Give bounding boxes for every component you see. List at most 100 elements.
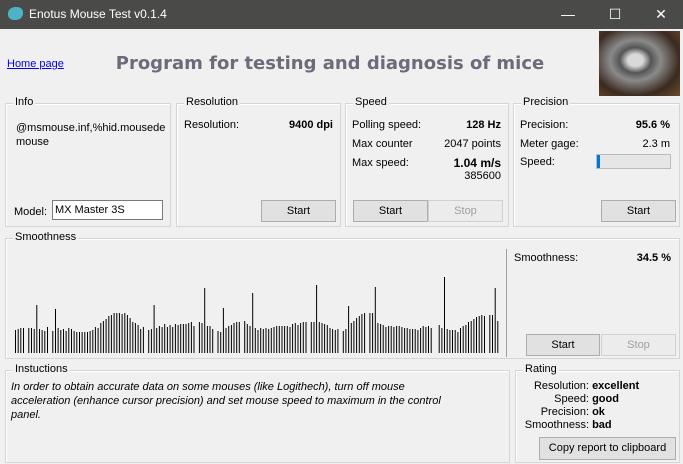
speed-label: Speed: [353, 96, 389, 108]
speed-key: Speed:: [520, 156, 555, 168]
smoothness-bar: [182, 324, 184, 353]
resolution-key: Resolution:: [184, 119, 240, 131]
smoothness-bar: [118, 313, 120, 353]
rating-row: Smoothness: bad: [516, 419, 681, 432]
smoothness-bar: [47, 327, 48, 353]
max-speed-raw: 385600: [464, 170, 501, 182]
smoothness-bar: [300, 323, 302, 353]
smoothness-bar: [60, 330, 62, 353]
smoothness-bar: [412, 329, 414, 353]
smoothness-bar: [465, 325, 467, 353]
smoothness-bar: [174, 324, 176, 353]
smoothness-stop-button[interactable]: Stop: [601, 334, 676, 356]
smoothness-bar: [310, 322, 312, 353]
smoothness-bar: [425, 327, 427, 353]
resolution-group: Resolution Resolution: 9400 dpi Start: [176, 96, 341, 227]
gage-key: Meter gage:: [520, 138, 579, 150]
smoothness-bar: [124, 313, 126, 353]
smoothness-bar: [28, 328, 30, 353]
page-heading: Program for testing and diagnosis of mic…: [115, 53, 545, 74]
close-button[interactable]: ✕: [638, 0, 683, 29]
smoothness-bar: [94, 327, 96, 353]
smoothness-bar: [238, 322, 240, 353]
maximize-button[interactable]: ☐: [592, 0, 638, 29]
smoothness-bar: [137, 325, 139, 353]
smoothness-bar: [108, 316, 110, 353]
smoothness-bar: [260, 328, 262, 353]
app-mouse-icon: [8, 7, 23, 20]
smoothness-bar: [481, 315, 483, 353]
smoothness-bar: [270, 328, 272, 353]
precision-key: Precision:: [520, 119, 569, 131]
copy-report-button[interactable]: Copy report to clipboard: [539, 437, 676, 460]
smoothness-bar: [63, 329, 64, 353]
smoothness-bar: [20, 328, 22, 353]
smoothness-bar: [177, 325, 179, 353]
smoothness-bar: [254, 328, 256, 353]
speed-start-button[interactable]: Start: [353, 200, 428, 222]
rating-key: Precision:: [540, 406, 589, 418]
smoothness-bar: [233, 323, 235, 353]
smoothness-bar: [198, 322, 200, 353]
smoothness-bar: [222, 308, 224, 353]
speed-stop-button[interactable]: Stop: [428, 200, 503, 222]
smoothness-bar: [390, 326, 392, 353]
smoothness-bar: [142, 327, 144, 353]
model-label: Model:: [14, 206, 48, 218]
instructions-label: Instuctions: [13, 363, 70, 375]
speed-progress-fill: [597, 155, 600, 168]
model-input[interactable]: [52, 200, 163, 220]
smoothness-bar: [273, 327, 275, 353]
resolution-start-button[interactable]: Start: [261, 200, 336, 222]
smoothness-bar: [55, 309, 56, 353]
smoothness-bar: [438, 325, 440, 353]
smoothness-bar: [444, 277, 445, 353]
smoothness-bar: [492, 315, 493, 353]
smoothness-bar: [84, 332, 86, 353]
smoothness-bar: [470, 321, 472, 353]
smoothness-bar: [100, 323, 102, 353]
smoothness-bar: [452, 330, 453, 353]
counter-key: Max counter: [352, 138, 413, 150]
smoothness-bar: [129, 318, 131, 353]
smoothness-bar: [126, 315, 128, 353]
smoothness-bar: [71, 329, 72, 353]
smoothness-bar: [334, 330, 336, 353]
smoothness-bar: [185, 324, 187, 353]
resolution-label: Resolution: [184, 96, 240, 108]
smoothness-bar: [268, 329, 270, 353]
smoothness-bar: [329, 328, 331, 353]
smoothness-bar: [39, 329, 40, 353]
smoothness-bar: [305, 322, 307, 353]
smoothness-bar: [345, 329, 347, 353]
smoothness-bar: [446, 329, 448, 353]
rating-row: Precision: ok: [516, 406, 681, 419]
smoothness-bar: [396, 326, 398, 353]
gage-value: 2.3 m: [642, 138, 670, 150]
smoothness-bar: [158, 326, 160, 353]
smoothness-bar: [116, 313, 118, 353]
smoothness-bar: [81, 332, 83, 353]
smoothness-bar: [476, 317, 477, 353]
instructions-text: In order to obtain accurate data on some…: [11, 381, 441, 421]
speed-group: Speed Polling speed: 128 Hz Max counter …: [345, 96, 509, 227]
rating-value: excellent: [592, 380, 640, 392]
rating-group: Rating Resolution: excellent Speed: good…: [515, 363, 681, 463]
title-bar: Enotus Mouse Test v0.1.4 — ☐ ✕: [0, 0, 683, 29]
home-page-link[interactable]: Home page: [7, 58, 64, 70]
smoothness-bar: [302, 322, 304, 353]
smoothness-bar: [164, 324, 166, 353]
smoothness-bar: [489, 315, 491, 353]
smoothness-bar: [169, 325, 171, 353]
smoothness-bar: [33, 329, 35, 353]
smoothness-bar: [217, 331, 219, 353]
smoothness-start-button[interactable]: Start: [526, 334, 600, 356]
smoothness-bar: [342, 331, 344, 353]
smoothness-bar: [318, 322, 320, 353]
smoothness-bar: [449, 330, 451, 353]
smoothness-bar: [286, 326, 288, 353]
minimize-button[interactable]: —: [545, 0, 591, 29]
smoothness-key: Smoothness:: [514, 252, 579, 264]
smoothness-bar: [44, 331, 46, 353]
precision-start-button[interactable]: Start: [601, 200, 676, 222]
